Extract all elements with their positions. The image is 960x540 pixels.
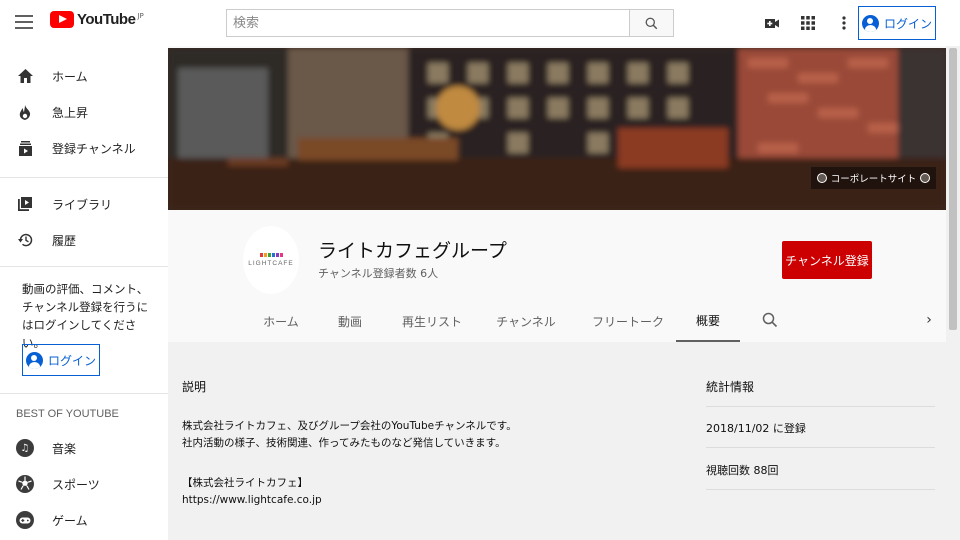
corporate-site-label: コーポレートサイト <box>830 174 917 185</box>
tab-playlists[interactable]: 再生リスト <box>396 300 468 342</box>
sidebar-item-music[interactable]: ♫ 音楽 <box>0 432 168 464</box>
sidebar-label: ゲーム <box>52 513 88 528</box>
library-icon <box>16 195 34 213</box>
history-icon <box>16 231 34 249</box>
description-line: 【株式会社ライトカフェ】 <box>182 477 308 489</box>
tab-videos[interactable]: 動画 <box>328 300 372 342</box>
search-input[interactable] <box>226 9 629 37</box>
account-icon <box>25 351 43 369</box>
top-bar: YouTube JP ログイン <box>0 0 960 46</box>
more-vertical-icon[interactable] <box>836 15 852 31</box>
sidebar-divider <box>0 177 168 178</box>
logo-region: JP <box>137 11 144 20</box>
sidebar-item-library[interactable]: ライブラリ <box>0 188 168 220</box>
flame-icon <box>16 103 34 121</box>
page-scrollbar-thumb[interactable] <box>949 48 957 330</box>
sidebar-label: 急上昇 <box>52 105 89 120</box>
sidebar-label: 登録チャンネル <box>52 141 136 156</box>
tab-free-talk[interactable]: フリートーク <box>586 300 670 342</box>
search-bar <box>226 9 674 37</box>
youtube-logo[interactable]: YouTube JP <box>50 11 144 28</box>
sidebar-item-trending[interactable]: 急上昇 <box>0 96 168 128</box>
stats-divider <box>706 489 935 490</box>
sidebar-label: スポーツ <box>52 477 100 492</box>
avatar-logo-mark <box>259 253 283 257</box>
tab-home[interactable]: ホーム <box>259 300 303 342</box>
menu-icon[interactable] <box>14 12 34 32</box>
company-url-link[interactable]: https://www.lightcafe.co.jp <box>182 492 322 508</box>
search-button[interactable] <box>629 9 674 37</box>
sidebar-divider <box>0 266 168 267</box>
joined-date: 2018/11/02 に登録 <box>706 422 806 435</box>
create-video-icon[interactable] <box>764 15 780 31</box>
sidebar-label: ホーム <box>52 69 88 84</box>
header-login-button[interactable]: ログイン <box>858 6 936 40</box>
youtube-play-icon <box>50 11 74 28</box>
channel-avatar[interactable]: LIGHTCAFE <box>243 226 299 294</box>
subscriber-count: チャンネル登録者数 6人 <box>318 267 439 280</box>
account-icon <box>861 14 879 32</box>
sidebar-item-home[interactable]: ホーム <box>0 60 168 92</box>
channel-search-icon[interactable] <box>762 312 778 328</box>
header-login-label: ログイン <box>883 16 932 31</box>
gaming-icon <box>16 511 34 529</box>
best-of-youtube-title: BEST OF YOUTUBE <box>16 408 119 420</box>
search-icon <box>645 17 658 29</box>
sidebar-label: 履歴 <box>52 233 77 248</box>
sidebar-item-subscriptions[interactable]: 登録チャンネル <box>0 132 168 164</box>
home-icon <box>16 67 34 85</box>
view-count: 視聴回数 88回 <box>706 464 779 477</box>
sidebar: ホーム 急上昇 登録チャンネル ライブラリ 履歴 動画の評価、コメント、チャンネ… <box>0 46 168 540</box>
apps-grid-icon[interactable] <box>800 15 816 31</box>
sidebar-login-label: ログイン <box>47 353 96 368</box>
stats-title: 統計情報 <box>706 380 755 394</box>
stats-divider <box>706 447 935 448</box>
music-icon: ♫ <box>16 439 34 457</box>
globe-icon <box>817 173 827 183</box>
sidebar-label: ライブラリ <box>52 197 113 212</box>
sports-icon <box>16 475 34 493</box>
channel-name: ライトカフェグループ <box>318 240 507 262</box>
sidebar-divider <box>0 393 168 394</box>
sidebar-label: 音楽 <box>52 441 77 456</box>
corporate-site-link[interactable]: コーポレートサイト <box>811 167 936 189</box>
tab-channels[interactable]: チャンネル <box>490 300 562 342</box>
subscriptions-icon <box>16 139 34 157</box>
description-title: 説明 <box>182 380 207 394</box>
sidebar-item-sports[interactable]: スポーツ <box>0 468 168 500</box>
sidebar-login-button[interactable]: ログイン <box>22 344 100 376</box>
sidebar-item-history[interactable]: 履歴 <box>0 224 168 256</box>
sidebar-item-gaming[interactable]: ゲーム <box>0 504 168 536</box>
description-line: 社内活動の様子、技術関連、作ってみたものなど発信していきます。 <box>182 437 506 449</box>
description-line: 株式会社ライトカフェ、及びグループ会社のYouTubeチャンネルです。 <box>182 420 517 432</box>
subscribe-button[interactable]: チャンネル登録 <box>782 241 872 279</box>
globe-icon <box>919 173 930 183</box>
tabs-next-chevron-icon[interactable]: › <box>922 312 936 328</box>
logo-text: YouTube <box>77 11 136 28</box>
tab-about[interactable]: 概要 <box>676 300 740 342</box>
sidebar-login-note: 動画の評価、コメント、チャンネル登録を行うにはログインしてください。 <box>22 282 149 350</box>
stats-divider <box>706 406 935 407</box>
avatar-logo-text: LIGHTCAFE <box>248 260 294 267</box>
